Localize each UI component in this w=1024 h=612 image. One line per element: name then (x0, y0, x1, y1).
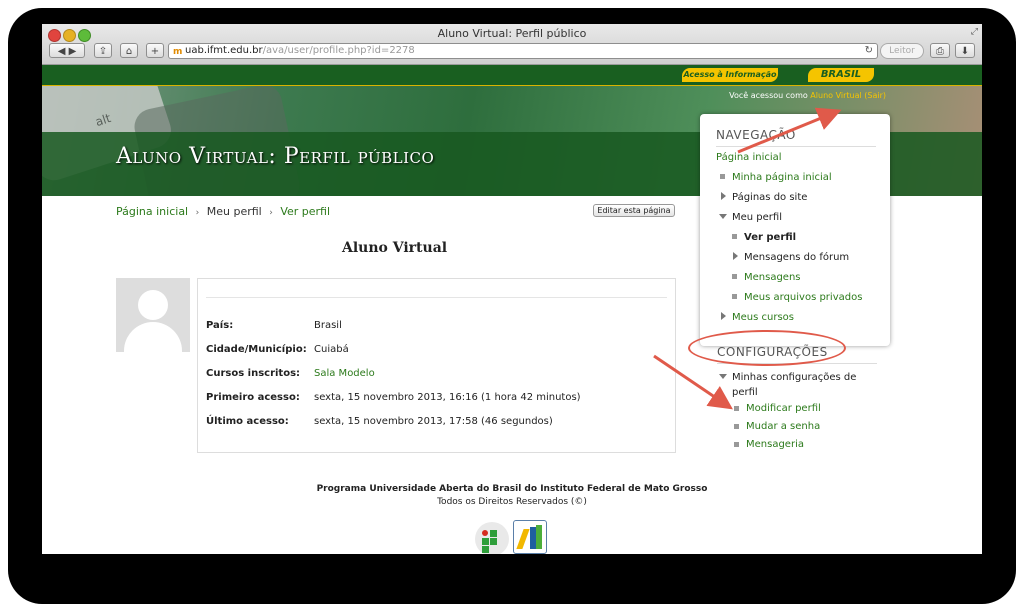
expanded-arrow-icon[interactable] (719, 374, 727, 379)
downloads-button[interactable]: ⬇ (955, 43, 975, 58)
logout-link[interactable]: (Sair) (864, 91, 886, 100)
bullet-icon (732, 234, 737, 239)
site-favicon-icon: m (173, 47, 183, 57)
profile-name-heading: Aluno Virtual (342, 240, 448, 256)
collapsed-arrow-icon[interactable] (721, 192, 726, 200)
ifmt-logo-square (490, 530, 497, 537)
browser-window: Aluno Virtual: Perfil público ⤢ ◀ ▶ ⇪ ⌂ … (42, 24, 982, 554)
navigation-title: NAVEGAÇÃO (716, 128, 876, 147)
expanded-arrow-icon[interactable] (719, 214, 727, 219)
user-avatar (116, 278, 190, 352)
brasil-link[interactable]: BRASIL (808, 68, 874, 82)
settings-item-messaging[interactable]: Mensageria (746, 439, 804, 450)
banner-key-label: alt (93, 110, 113, 130)
breadcrumb-separator: › (195, 208, 200, 218)
reader-button[interactable]: Leitor (880, 43, 924, 59)
print-button[interactable]: ⎙ (930, 43, 950, 58)
nav-item-my-courses[interactable]: Meus cursos (732, 312, 794, 323)
uab-logo-stroke (536, 525, 542, 549)
field-value-city: Cuiabá (314, 344, 349, 355)
ifmt-logo-square (482, 538, 489, 545)
government-bar: Acesso à Informação BRASIL (42, 65, 982, 86)
download-icon: ⬇ (960, 46, 970, 57)
nav-item-my-profile[interactable]: Meu perfil (732, 212, 782, 223)
bullet-icon (734, 424, 739, 429)
breadcrumb-home-link[interactable]: Página inicial (116, 205, 188, 218)
bullet-icon (720, 174, 725, 179)
reload-icon[interactable]: ↻ (865, 44, 873, 58)
access-to-information-link[interactable]: Acesso à Informação (682, 68, 778, 82)
profile-divider (206, 297, 667, 298)
collapsed-arrow-icon[interactable] (721, 312, 726, 320)
nav-item-site-pages[interactable]: Páginas do site (732, 192, 807, 203)
footer-program-text: Programa Universidade Aberta do Brasil d… (316, 484, 708, 494)
field-value-first-access: sexta, 15 novembro 2013, 16:16 (1 hora 4… (314, 392, 581, 403)
address-bar[interactable]: m uab.ifmt.edu.br/ava/user/profile.php?i… (168, 43, 878, 59)
avatar-body-shape (124, 322, 182, 352)
settings-item-change-password[interactable]: Mudar a senha (746, 421, 820, 432)
breadcrumb-view-profile-link[interactable]: Ver perfil (280, 205, 330, 218)
logged-in-user-link[interactable]: Aluno Virtual (810, 91, 861, 100)
navigation-block: NAVEGAÇÃO Página inicial Minha página in… (700, 114, 890, 346)
login-info: Você acessou como Aluno Virtual (Sair) (729, 91, 886, 100)
fullscreen-icon[interactable]: ⤢ (971, 27, 978, 37)
url-host: uab.ifmt.edu.br (185, 45, 263, 56)
profile-details-box: País: Brasil Cidade/Município: Cuiabá Cu… (197, 278, 676, 453)
url-text: uab.ifmt.edu.br/ava/user/profile.php?id=… (185, 44, 415, 58)
field-value-last-access: sexta, 15 novembro 2013, 17:58 (46 segun… (314, 416, 553, 427)
browser-titlebar: Aluno Virtual: Perfil público ⤢ ◀ ▶ ⇪ ⌂ … (42, 24, 982, 65)
field-label-first-access: Primeiro acesso: (206, 392, 300, 403)
ifmt-logo[interactable] (475, 522, 509, 554)
field-label-courses: Cursos inscritos: (206, 368, 301, 379)
ifmt-logo-dot (482, 530, 488, 536)
nav-item-view-profile[interactable]: Ver perfil (744, 232, 796, 243)
field-label-last-access: Último acesso: (206, 416, 289, 427)
field-value-country: Brasil (314, 320, 342, 331)
nav-item-home[interactable]: Página inicial (716, 152, 782, 163)
plus-icon: + (150, 46, 160, 57)
breadcrumb-separator: › (269, 208, 273, 218)
print-icon: ⎙ (936, 46, 944, 57)
page-title: Aluno Virtual: Perfil público (116, 144, 435, 169)
bullet-icon (734, 442, 739, 447)
navigation-title-text: NAVEGAÇÃO (716, 128, 796, 142)
annotation-ellipse (688, 330, 846, 366)
settings-item-edit-profile[interactable]: Modificar perfil (746, 403, 821, 414)
share-icon: ⇪ (98, 46, 108, 57)
course-link[interactable]: Sala Modelo (314, 368, 375, 379)
ifmt-logo-square (482, 546, 489, 553)
home-icon: ⌂ (125, 46, 133, 57)
collapsed-arrow-icon[interactable] (733, 252, 738, 260)
avatar-head-shape (138, 290, 168, 320)
field-label-country: País: (206, 320, 234, 331)
uab-logo[interactable] (513, 520, 547, 554)
add-bookmark-button[interactable]: + (146, 43, 164, 58)
footer-rights-text: Todos os Direitos Reservados (©) (437, 497, 587, 507)
bullet-icon (734, 406, 739, 411)
field-label-city: Cidade/Município: (206, 344, 307, 355)
edit-page-button[interactable]: Editar esta página (593, 204, 675, 217)
share-button[interactable]: ⇪ (94, 43, 112, 58)
login-prefix: Você acessou como (729, 91, 811, 100)
breadcrumb: Página inicial › Meu perfil › Ver perfil (116, 205, 330, 218)
ifmt-logo-square (490, 538, 497, 545)
nav-item-forum-posts[interactable]: Mensagens do fórum (744, 252, 849, 263)
bullet-icon (732, 274, 737, 279)
uab-logo-stroke (516, 529, 530, 549)
nav-item-my-home[interactable]: Minha página inicial (732, 172, 832, 183)
breadcrumb-my-profile: Meu perfil (206, 205, 262, 218)
bullet-icon (732, 294, 737, 299)
navigation-title-divider (716, 146, 876, 147)
nav-item-private-files[interactable]: Meus arquivos privados (744, 292, 862, 303)
settings-item-profile-settings[interactable]: Minhas configurações de perfil (732, 370, 872, 400)
forward-arrow-icon[interactable]: ▶ (69, 46, 77, 57)
back-arrow-icon[interactable]: ◀ (58, 46, 66, 57)
url-path: /ava/user/profile.php?id=2278 (262, 45, 415, 56)
window-title: Aluno Virtual: Perfil público (437, 27, 587, 40)
nav-item-messages[interactable]: Mensagens (744, 272, 801, 283)
back-forward-buttons[interactable]: ◀ ▶ (49, 43, 85, 58)
home-button[interactable]: ⌂ (120, 43, 138, 58)
